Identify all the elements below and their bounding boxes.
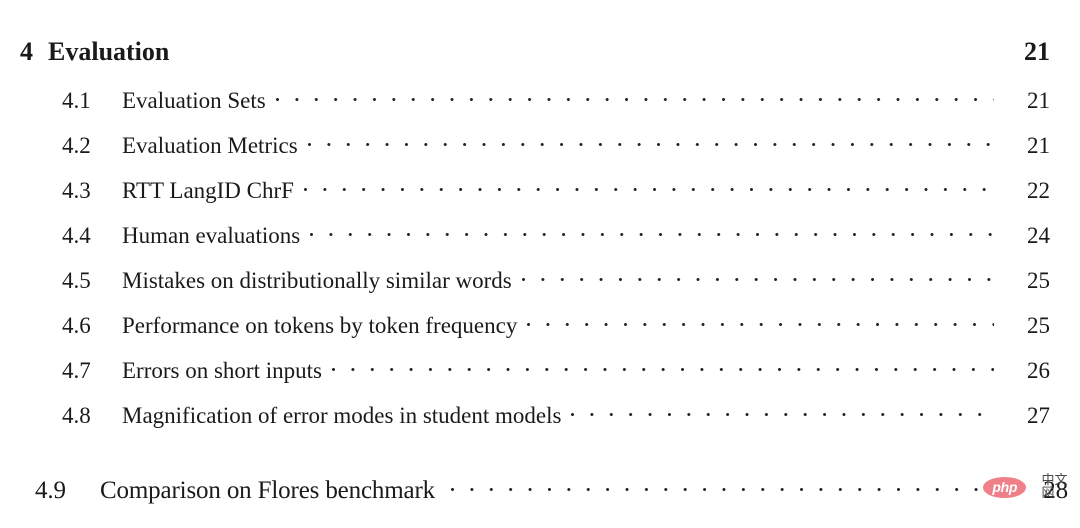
toc-section-title[interactable]: Magnification of error modes in student …	[122, 403, 561, 429]
toc-section-row[interactable]: 4.7 Errors on short inputs 26	[0, 355, 1080, 385]
toc-section-row[interactable]: 4.8 Magnification of error modes in stud…	[0, 400, 1080, 430]
toc-section-title[interactable]: Performance on tokens by token frequency	[122, 313, 517, 339]
toc-section-page-number: 26	[1027, 358, 1050, 383]
toc-section-row[interactable]: 4.6 Performance on tokens by token frequ…	[0, 310, 1080, 340]
toc-section-number: 4.9	[35, 477, 66, 504]
toc-chapter-page-number: 21	[1024, 37, 1050, 66]
toc-page: 4 Evaluation 21 4.1 Evaluation Sets 21 4…	[0, 0, 1080, 528]
toc-dot-leader	[527, 310, 994, 333]
toc-section-row[interactable]: 4.2 Evaluation Metrics 21	[0, 130, 1080, 160]
toc-dot-leader	[521, 265, 994, 288]
toc-section-title[interactable]: Comparison on Flores benchmark	[100, 477, 435, 505]
toc-dot-leader	[571, 400, 994, 423]
toc-dot-leader	[303, 175, 994, 198]
toc-section-title[interactable]: RTT LangID ChrF	[122, 178, 294, 204]
toc-section-number: 4.8	[62, 403, 91, 428]
toc-section-row[interactable]: 4.1 Evaluation Sets 21	[0, 85, 1080, 115]
toc-dot-leader	[275, 85, 994, 108]
toc-section-title[interactable]: Mistakes on distributionally similar wor…	[122, 268, 512, 294]
toc-section-row[interactable]: 4.5 Mistakes on distributionally similar…	[0, 265, 1080, 295]
toc-dot-leader	[331, 355, 994, 378]
toc-section-number: 4.6	[62, 313, 91, 338]
toc-section-title[interactable]: Human evaluations	[122, 223, 300, 249]
toc-section-page-number: 21	[1027, 133, 1050, 158]
toc-dot-leader	[451, 473, 1012, 498]
toc-section-row[interactable]: 4.4 Human evaluations 24	[0, 220, 1080, 250]
toc-section-page-number: 28	[1043, 477, 1068, 504]
toc-section-row[interactable]: 4.3 RTT LangID ChrF 22	[0, 175, 1080, 205]
toc-section-number: 4.4	[62, 223, 91, 248]
toc-section-page-number: 21	[1027, 88, 1050, 113]
toc-section-title[interactable]: Errors on short inputs	[122, 358, 322, 384]
toc-section-number: 4.7	[62, 358, 91, 383]
toc-section-number: 4.1	[62, 88, 91, 113]
toc-chapter-title[interactable]: Evaluation	[48, 37, 169, 67]
toc-section-page-number: 24	[1027, 223, 1050, 248]
toc-chapter-number: 4	[20, 37, 33, 66]
toc-section-page-number: 27	[1027, 403, 1050, 428]
toc-section-title[interactable]: Evaluation Sets	[122, 88, 266, 114]
toc-section-page-number: 25	[1027, 268, 1050, 293]
toc-section-number: 4.2	[62, 133, 91, 158]
toc-section-title[interactable]: Evaluation Metrics	[122, 133, 298, 159]
toc-dot-leader	[310, 220, 994, 243]
toc-section-row[interactable]: 4.9 Comparison on Flores benchmark 28	[0, 473, 1080, 505]
toc-section-number: 4.3	[62, 178, 91, 203]
toc-section-page-number: 22	[1027, 178, 1050, 203]
toc-section-number: 4.5	[62, 268, 91, 293]
toc-chapter-row[interactable]: 4 Evaluation 21	[0, 34, 1080, 66]
toc-section-page-number: 25	[1027, 313, 1050, 338]
toc-dot-leader	[307, 130, 994, 153]
